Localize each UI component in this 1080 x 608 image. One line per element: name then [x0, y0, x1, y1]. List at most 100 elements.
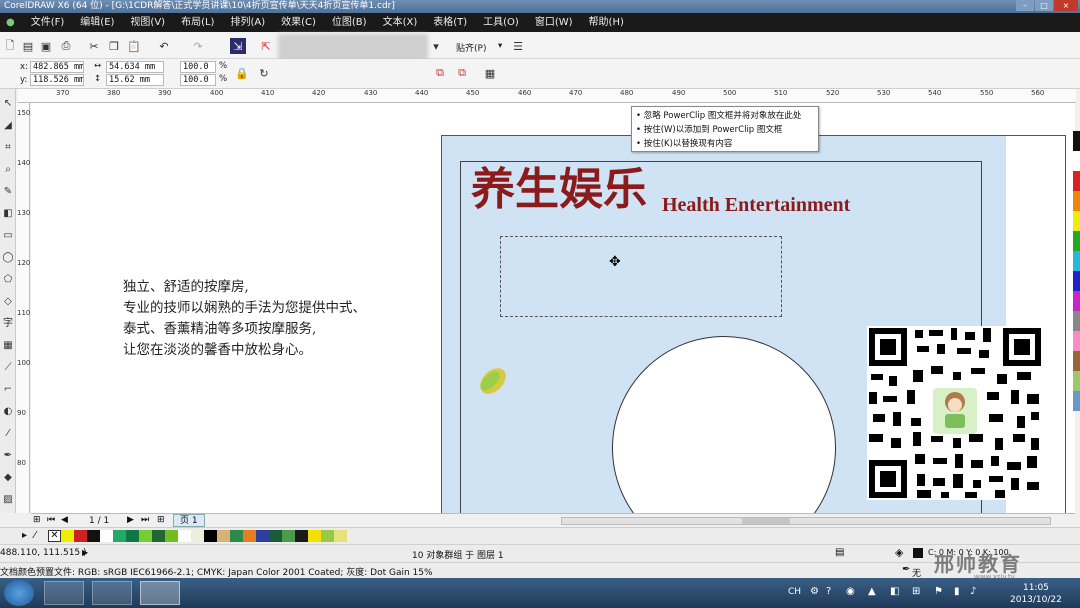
- color-profile-info[interactable]: 文档颜色预置文件: RGB: sRGB IEC61966-2.1; CMYK: …: [0, 565, 433, 578]
- add-page-icon[interactable]: ⊞: [157, 515, 165, 525]
- swatch-cyan[interactable]: [1073, 251, 1080, 271]
- eyedropper-tool-icon[interactable]: ⁄: [1, 427, 15, 441]
- last-page-icon[interactable]: ⏭: [141, 515, 149, 525]
- import-icon[interactable]: ⇲: [230, 38, 246, 54]
- snap-dropdown-icon[interactable]: ▾: [498, 41, 502, 51]
- mirror-h-icon[interactable]: ⧉: [432, 65, 448, 81]
- swatch[interactable]: [113, 530, 126, 542]
- swatch[interactable]: [217, 530, 230, 542]
- save-icon[interactable]: ▣: [38, 38, 54, 54]
- swatch-lightgreen[interactable]: [1073, 371, 1080, 391]
- smart-fill-icon[interactable]: ◧: [1, 207, 15, 221]
- swatch[interactable]: [74, 530, 87, 542]
- snap-to-label[interactable]: 贴齐(P): [456, 41, 486, 54]
- copy-icon[interactable]: ❐: [106, 38, 122, 54]
- close-button[interactable]: ×: [1054, 0, 1078, 11]
- next-page-icon[interactable]: ▶: [127, 515, 134, 525]
- ellipse-tool-icon[interactable]: ◯: [1, 251, 15, 265]
- paste-icon[interactable]: 📋: [126, 38, 142, 54]
- heading-english[interactable]: Health Entertainment: [662, 194, 850, 217]
- polygon-tool-icon[interactable]: ⬠: [1, 273, 15, 287]
- menu-arrange[interactable]: 排列(A): [222, 13, 273, 32]
- menu-table[interactable]: 表格(T): [425, 13, 475, 32]
- swatch-gray[interactable]: [1073, 311, 1080, 331]
- tray-icon[interactable]: ◉: [846, 586, 855, 597]
- swatch-lightblue[interactable]: [1073, 391, 1080, 411]
- swatch[interactable]: [269, 530, 282, 542]
- tray-icon[interactable]: ⚙: [810, 586, 819, 597]
- interactive-fill-icon[interactable]: ▨: [1, 493, 15, 507]
- swatch-magenta[interactable]: [1073, 291, 1080, 311]
- menu-bitmaps[interactable]: 位图(B): [324, 13, 375, 32]
- swatch[interactable]: [165, 530, 178, 542]
- menu-help[interactable]: 帮助(H): [581, 13, 632, 32]
- outline-tool-icon[interactable]: ✒: [1, 449, 15, 463]
- menu-layout[interactable]: 布局(L): [173, 13, 222, 32]
- horizontal-scrollbar[interactable]: [561, 517, 1051, 525]
- swatch[interactable]: [321, 530, 334, 542]
- fill-tool-icon[interactable]: ◆: [1, 471, 15, 485]
- powerclip-target-box[interactable]: [500, 236, 782, 317]
- mirror-v-icon[interactable]: ⧉: [454, 65, 470, 81]
- swatch[interactable]: [295, 530, 308, 542]
- drawing-canvas[interactable]: 独立、舒适的按摩房, 专业的技师以娴熟的手法为您提供中式、 泰式、香薰精油等多项…: [31, 103, 1075, 513]
- crop-tool-icon[interactable]: ⌗: [1, 141, 15, 155]
- swatch[interactable]: [178, 530, 191, 542]
- body-text-block[interactable]: 独立、舒适的按摩房, 专业的技师以娴熟的手法为您提供中式、 泰式、香薰精油等多项…: [123, 277, 433, 361]
- tray-icon[interactable]: ⚑: [934, 586, 943, 597]
- network-icon[interactable]: ▮: [954, 586, 960, 597]
- export-icon[interactable]: ⇱: [258, 38, 274, 54]
- menu-view[interactable]: 视图(V): [122, 13, 173, 32]
- freehand-tool-icon[interactable]: ✎: [1, 185, 15, 199]
- blend-tool-icon[interactable]: ◐: [1, 405, 15, 419]
- swatch[interactable]: [282, 530, 295, 542]
- menu-text[interactable]: 文本(X): [375, 13, 426, 32]
- swatch-white[interactable]: [1073, 151, 1080, 171]
- pick-tool-icon[interactable]: ↖: [1, 97, 15, 111]
- maximize-button[interactable]: □: [1035, 0, 1053, 11]
- menu-edit[interactable]: 编辑(E): [72, 13, 122, 32]
- new-document-icon[interactable]: 🗋: [2, 38, 18, 54]
- zoom-dropdown-arrow[interactable]: ▾: [428, 38, 444, 54]
- swatch[interactable]: [204, 530, 217, 542]
- tray-icon[interactable]: ◧: [890, 586, 899, 597]
- text-tool-icon[interactable]: 字: [1, 317, 15, 331]
- first-page-icon[interactable]: ⊞: [33, 515, 41, 525]
- tray-icon[interactable]: ⊞: [912, 586, 920, 597]
- swatch[interactable]: [139, 530, 152, 542]
- zoom-tool-icon[interactable]: ⌕: [1, 163, 15, 177]
- prev-page-icon[interactable]: ◀: [61, 515, 68, 525]
- undo-icon[interactable]: ↶: [156, 38, 172, 54]
- outline-pen-icon[interactable]: ✒: [902, 564, 910, 575]
- page-tab[interactable]: 页 1: [173, 514, 205, 527]
- help-tray-icon[interactable]: ?: [826, 586, 831, 597]
- swatch[interactable]: [152, 530, 165, 542]
- options-icon[interactable]: ☰: [510, 38, 526, 54]
- table-tool-icon[interactable]: ▦: [1, 339, 15, 353]
- swatch[interactable]: [256, 530, 269, 542]
- swatch[interactable]: [308, 530, 321, 542]
- print-icon[interactable]: ⎙: [58, 38, 74, 54]
- swatch[interactable]: [126, 530, 139, 542]
- vertical-ruler[interactable]: 150 140 130 120 110 100 90 80: [16, 103, 30, 513]
- eyedropper-icon[interactable]: ⁄: [34, 530, 36, 541]
- taskbar-app-coreldraw[interactable]: [140, 581, 180, 605]
- swatch-blue[interactable]: [1073, 271, 1080, 291]
- lock-ratio-icon[interactable]: 🔒: [234, 65, 250, 81]
- clock[interactable]: 11:05 2013/10/22: [1010, 582, 1062, 606]
- menu-window[interactable]: 窗口(W): [527, 13, 581, 32]
- start-button[interactable]: [4, 580, 34, 606]
- width-field[interactable]: 54.634 mm: [106, 61, 164, 73]
- scale-width-field[interactable]: 100.0: [180, 61, 216, 73]
- menu-effects[interactable]: 效果(C): [273, 13, 324, 32]
- redo-icon[interactable]: ↷: [190, 38, 206, 54]
- fill-color-swatch[interactable]: [913, 548, 923, 558]
- taskbar-app-2[interactable]: [92, 581, 132, 605]
- swatch-pink[interactable]: [1073, 331, 1080, 351]
- swatch[interactable]: [230, 530, 243, 542]
- scale-height-field[interactable]: 100.0: [180, 74, 216, 86]
- shape-tool-icon[interactable]: ◢: [1, 119, 15, 133]
- menu-file[interactable]: 文件(F): [23, 13, 73, 32]
- swatch-green[interactable]: [1073, 231, 1080, 251]
- leaf-icon[interactable]: [476, 363, 510, 399]
